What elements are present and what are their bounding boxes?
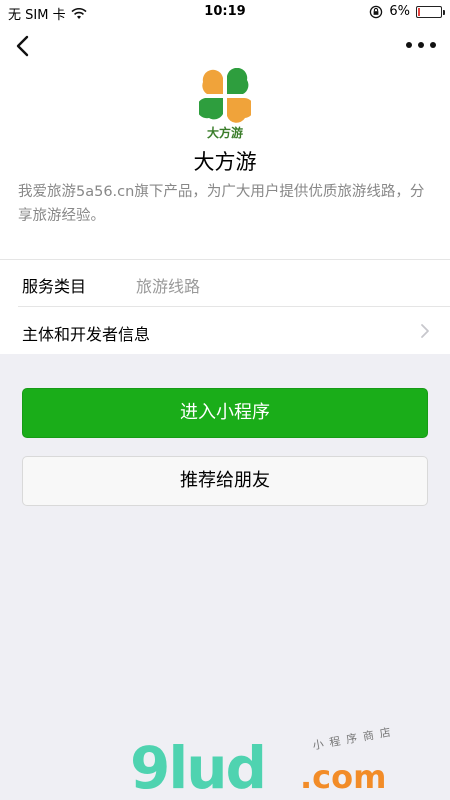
nav-bar [0, 24, 450, 68]
enter-mini-program-button[interactable]: 进入小程序 [22, 388, 428, 438]
status-right: 6% [369, 4, 445, 19]
more-dots-icon[interactable] [406, 38, 436, 52]
rotation-lock-icon [370, 5, 383, 18]
watermark-brand: 9lud [130, 734, 267, 800]
recommend-to-friends-button[interactable]: 推荐给朋友 [22, 456, 428, 506]
battery-percent: 6% [389, 4, 410, 19]
developer-info-label: 主体和开发者信息 [22, 325, 151, 344]
clover-logo-icon [196, 67, 255, 123]
developer-info-row[interactable]: 主体和开发者信息 [0, 307, 450, 354]
logo-text: 大方游 [206, 126, 243, 140]
battery-level [418, 7, 420, 16]
app-description: 我爱旅游5a56.cn旗下产品，为广大用户提供优质旅游线路，分享旅游经验。 [18, 184, 425, 224]
mini-program-profile: 大方游 大方游 我爱旅游5a56.cn旗下产品，为广大用户提供优质旅游线路，分享… [0, 24, 450, 354]
app-logo: 大方游 [196, 67, 255, 140]
service-category-value: 旅游线路 [136, 277, 201, 296]
watermark-tagline: 小程序商店 [311, 724, 398, 753]
status-bar: 无 SIM 卡 10:19 6% [0, 0, 450, 24]
watermark-domain: .com [300, 758, 387, 796]
service-category-label: 服务类目 [22, 277, 87, 296]
service-category-row: 服务类目 旅游线路 [0, 259, 450, 306]
chevron-left-icon[interactable] [8, 30, 40, 62]
watermark: 小程序商店 9lud .com [130, 725, 440, 800]
app-name: 大方游 [193, 150, 257, 174]
battery-icon [416, 5, 445, 18]
chevron-right-icon [421, 324, 429, 338]
